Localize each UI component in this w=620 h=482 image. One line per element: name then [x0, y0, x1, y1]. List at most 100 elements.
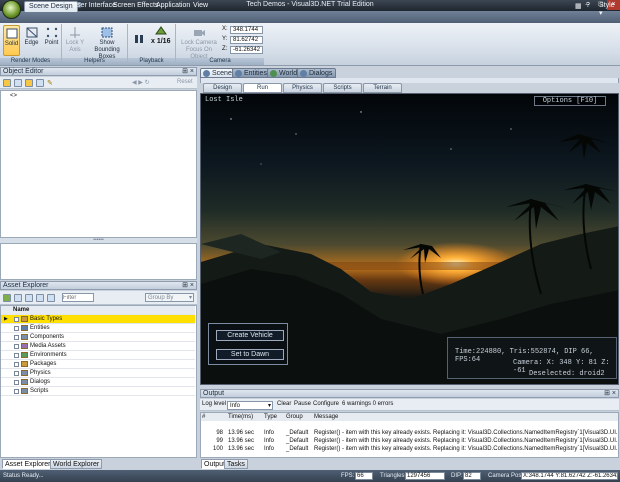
speed-icon[interactable] — [155, 26, 167, 36]
asset-column-header[interactable]: Name — [1, 306, 195, 315]
asset-row-packages[interactable]: Packages — [1, 360, 195, 369]
group-by-select[interactable]: Group By ▾ — [145, 293, 194, 302]
pin-icon[interactable]: ⊞ — [182, 68, 188, 76]
events-icon[interactable] — [36, 79, 44, 87]
point-button[interactable]: Point — [43, 25, 60, 56]
tab-terrain[interactable]: Terrain — [363, 83, 402, 93]
playback-speed[interactable]: x 1/16 — [151, 38, 170, 45]
collapse-icon[interactable] — [36, 294, 44, 302]
log-group: _Default — [286, 446, 309, 452]
folder-icon — [21, 316, 28, 322]
clear-button[interactable]: Clear — [277, 401, 291, 407]
log-level-select[interactable]: Info ▾ — [227, 401, 273, 410]
asset-filter-input[interactable] — [62, 293, 94, 302]
expand-icon[interactable] — [14, 326, 19, 331]
asset-row-basic-types[interactable]: ▶ Basic Types — [1, 315, 195, 324]
asset-pin-icon[interactable]: ⊞ — [182, 282, 188, 290]
col-number[interactable]: # — [201, 413, 227, 421]
tab-run[interactable]: Run — [243, 83, 282, 93]
tab-scripts[interactable]: Scripts — [323, 83, 362, 93]
object-editor-tree[interactable]: <> — [0, 90, 197, 238]
pause-button[interactable]: Pause — [294, 401, 311, 407]
show-bounding-boxes-button[interactable]: Show Bounding Boxes — [88, 25, 126, 60]
asset-explorer-header: Asset Explorer ⊞ × — [0, 281, 197, 290]
tab-view[interactable]: View — [189, 1, 212, 12]
nav-arrows-icon[interactable]: ◀ ▶ ↻ — [132, 79, 150, 86]
edit-icon[interactable]: ✎ — [47, 79, 53, 87]
tab-tasks[interactable]: Tasks — [224, 459, 248, 469]
camera-label: Camera — [176, 58, 264, 65]
categories-icon[interactable] — [14, 79, 22, 87]
expand-icon[interactable] — [14, 353, 19, 358]
expand-icon[interactable] — [14, 335, 19, 340]
configure-button[interactable]: Configure — [313, 401, 339, 407]
edge-button[interactable]: Edge — [23, 25, 40, 56]
tab-dialogs[interactable]: Dialogs — [297, 68, 337, 78]
tab-design[interactable]: Design — [203, 83, 242, 93]
col-time[interactable]: Time(ms) — [227, 413, 263, 421]
import-icon[interactable] — [14, 294, 22, 302]
style-menu[interactable]: Style ▾ — [597, 1, 620, 17]
solid-button[interactable]: Solid — [3, 25, 20, 56]
log-row[interactable]: 99 13.96 sec Info _Default Register() - … — [201, 437, 618, 445]
col-message[interactable]: Message — [313, 413, 618, 421]
refresh-icon[interactable] — [47, 294, 55, 302]
sort-icon[interactable] — [3, 79, 11, 87]
tab-world-explorer[interactable]: World Explorer — [50, 459, 103, 469]
col-type[interactable]: Type — [263, 413, 285, 421]
asset-tree[interactable]: Name ▶ Basic Types Entities Components Me… — [0, 305, 197, 458]
camera-z-input[interactable]: -61.26342 — [230, 46, 263, 54]
log-time: 13.96 sec — [228, 430, 255, 436]
properties-icon[interactable] — [25, 79, 33, 87]
scripts-icon — [21, 388, 28, 394]
lock-y-axis-button[interactable]: Lock Y Axis — [64, 25, 86, 56]
scene-viewport[interactable]: Lost Isle Options [F10] Create Vehicle S… — [200, 93, 619, 385]
asset-row-entities[interactable]: Entities — [1, 324, 195, 333]
expand-icon[interactable] — [14, 371, 19, 376]
pause-icon[interactable] — [134, 34, 144, 44]
help-icon[interactable]: ? — [586, 1, 590, 12]
options-button[interactable]: Options [F10] — [534, 96, 606, 106]
output-pin-icon[interactable]: ⊞ — [604, 390, 610, 398]
show-bounding-boxes-label: Show Bounding Boxes — [94, 40, 120, 60]
expand-icon[interactable] — [14, 389, 19, 394]
add-icon[interactable] — [3, 294, 11, 302]
expand-icon[interactable] — [25, 294, 33, 302]
asset-row-media-assets[interactable]: Media Assets — [1, 342, 195, 351]
panel-close-icon[interactable]: × — [190, 68, 194, 76]
asset-row-components[interactable]: Components — [1, 333, 195, 342]
application-orb-button[interactable] — [2, 0, 21, 19]
camera-icon — [192, 26, 206, 39]
create-vehicle-button[interactable]: Create Vehicle — [216, 330, 284, 341]
tab-entities[interactable]: Entities — [232, 68, 271, 78]
set-to-dawn-button[interactable]: Set to Dawn — [216, 349, 284, 360]
asset-close-icon[interactable]: × — [190, 282, 194, 290]
output-close-icon[interactable]: × — [612, 390, 616, 398]
asset-row-environments[interactable]: Environments — [1, 351, 195, 360]
log-row[interactable]: 100 13.96 sec Info _Default Register() -… — [201, 445, 618, 453]
asset-row-scripts[interactable]: Scripts — [1, 387, 195, 396]
reset-button[interactable]: Reset — [177, 79, 193, 85]
dialogs-tab-icon — [300, 70, 307, 77]
expand-icon[interactable] — [14, 344, 19, 349]
tab-asset-explorer[interactable]: Asset Explorer — [2, 459, 54, 469]
asset-row-dialogs[interactable]: Dialogs — [1, 378, 195, 387]
output-log[interactable]: # Time(ms) Type Group Message 98 13.96 s… — [200, 412, 619, 458]
style-menu-label: Style — [599, 2, 615, 9]
asset-row-physics[interactable]: Physics — [1, 369, 195, 378]
lock-camera-focus-button[interactable]: Lock Camera Focus On Object — [178, 25, 220, 60]
expand-icon[interactable] — [14, 380, 19, 385]
style-icon[interactable]: ▦ — [575, 1, 582, 12]
tab-physics[interactable]: Physics — [283, 83, 322, 93]
object-node[interactable]: <> — [10, 93, 17, 99]
tab-scene[interactable]: Scene — [200, 68, 236, 78]
expand-icon[interactable] — [14, 317, 19, 322]
log-group: _Default — [286, 430, 309, 436]
tab-application[interactable]: Application — [152, 1, 194, 12]
log-row[interactable]: 98 13.96 sec Info _Default Register() - … — [201, 429, 618, 437]
col-group[interactable]: Group — [285, 413, 313, 421]
expand-icon[interactable] — [14, 362, 19, 367]
camera-y-input[interactable]: 81.62742 — [230, 36, 263, 44]
camera-x-input[interactable]: 348.1744 — [230, 26, 263, 34]
status-text: Status Ready... — [3, 473, 44, 479]
